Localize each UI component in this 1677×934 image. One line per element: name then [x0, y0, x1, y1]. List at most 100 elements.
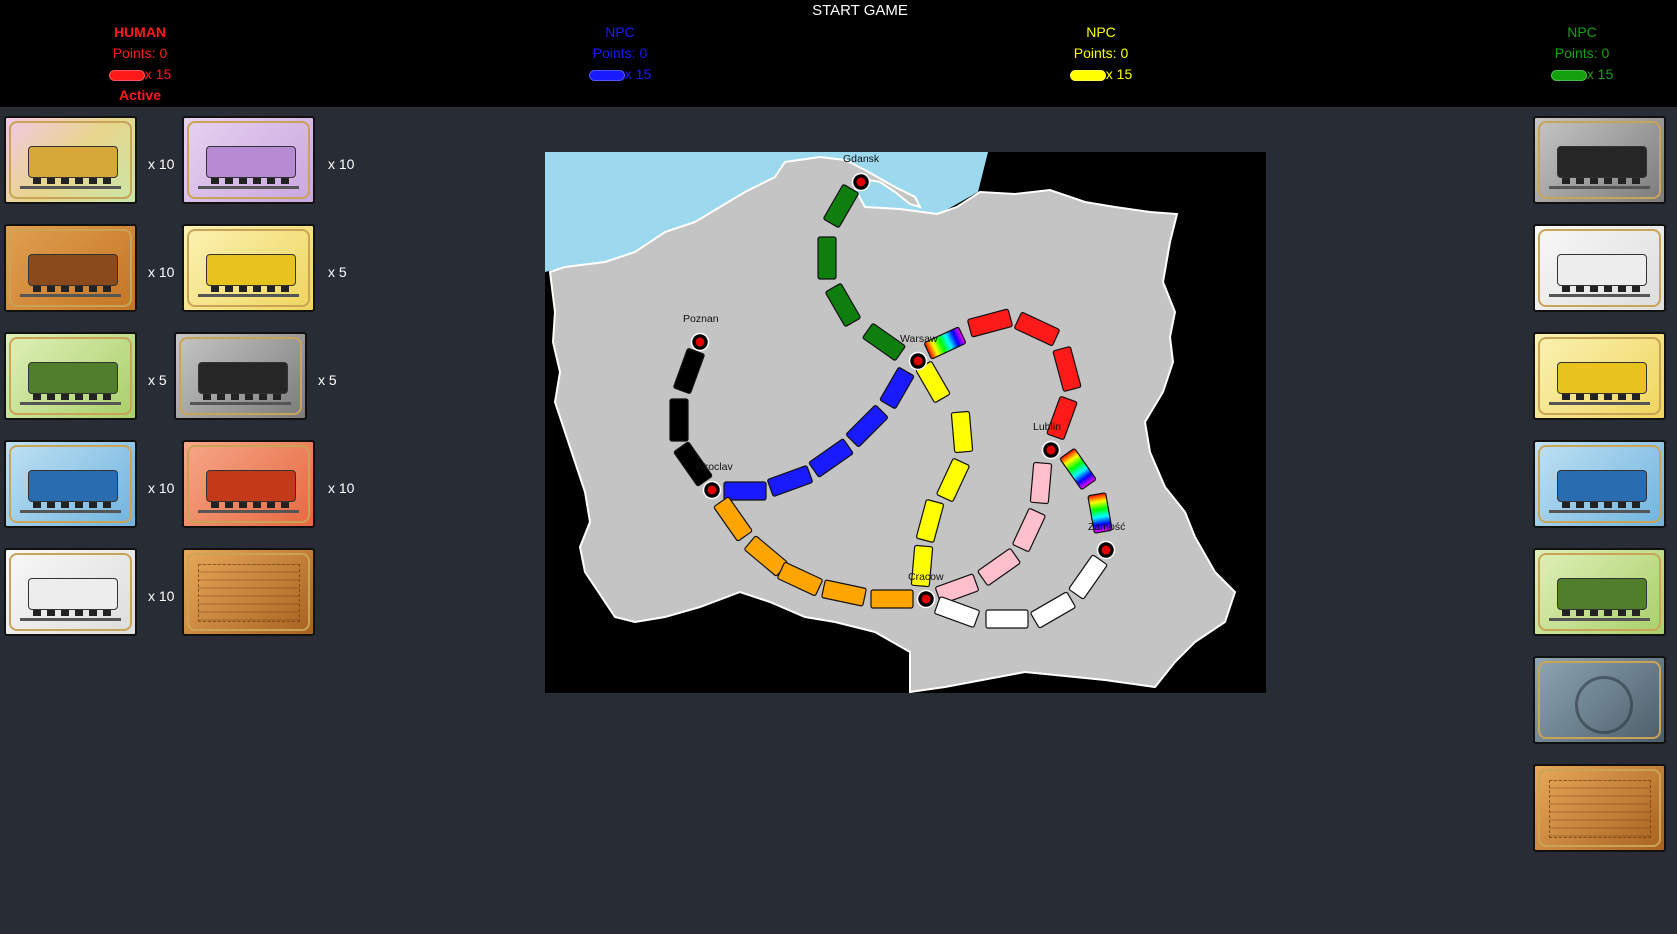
rail-icon	[1549, 186, 1650, 189]
card-count: x 5	[148, 372, 167, 388]
city-dot-icon	[695, 337, 705, 347]
player-points: Points: 0	[592, 45, 648, 61]
market-card-ticket[interactable]	[1533, 764, 1666, 852]
player-trains: x 15	[60, 64, 220, 85]
route-segment-orange[interactable]	[870, 589, 914, 609]
wheels-icon	[1562, 502, 1642, 508]
route-segment-yellow[interactable]	[950, 410, 974, 454]
map-svg: Gdansk Poznan Warsaw Lublin Wroclav Zamość Cra…	[545, 152, 1266, 694]
locomotive-icon	[28, 146, 118, 184]
wheels-icon	[1562, 610, 1642, 616]
wheels-icon	[203, 394, 283, 400]
locomotive-front-icon	[1575, 676, 1633, 734]
route-segment-blue[interactable]	[723, 481, 767, 501]
player-name: HUMAN	[113, 24, 167, 40]
route-segment-black[interactable]	[669, 398, 689, 442]
city-dot-icon	[1101, 545, 1111, 555]
train-car-icon	[198, 362, 288, 400]
wheels-icon	[211, 286, 291, 292]
train-car-icon	[1557, 470, 1647, 508]
hand-card-ticket[interactable]	[182, 548, 315, 636]
hand-card-orange[interactable]	[4, 224, 137, 312]
city-label: Gdansk	[843, 153, 880, 165]
train-car-icon	[28, 470, 118, 508]
player-trains: x 15	[1021, 64, 1181, 85]
market-card-green[interactable]	[1533, 548, 1666, 636]
train-piece-icon	[1069, 69, 1106, 81]
player-train-count: x 15	[624, 66, 652, 82]
player-panel-human: HUMAN Points: 0 x 15 Active	[60, 22, 220, 106]
hand-card-purple[interactable]	[182, 116, 315, 204]
city-dot-icon	[1046, 445, 1056, 455]
wheels-icon	[211, 178, 291, 184]
train-car-icon	[206, 254, 296, 292]
hand-card-locomotive[interactable]	[4, 116, 137, 204]
wheels-icon	[1562, 286, 1642, 292]
hand-card-green[interactable]	[4, 332, 137, 420]
card-count: x 10	[148, 480, 175, 496]
train-car-icon	[28, 362, 118, 400]
hand-card-red[interactable]	[182, 440, 315, 528]
train-piece-icon	[588, 69, 625, 81]
city-label: Poznan	[683, 313, 719, 325]
start-game-button[interactable]: START GAME	[760, 2, 960, 22]
route-segment-pink[interactable]	[1029, 461, 1053, 505]
player-points: Points: 0	[1554, 45, 1610, 61]
city-label: Cracow	[908, 571, 944, 583]
rail-icon	[20, 510, 121, 513]
hand-card-yellow[interactable]	[182, 224, 315, 312]
train-car-icon	[206, 470, 296, 508]
player-panel-npc-blue: NPC Points: 0 x 15	[540, 22, 700, 85]
wheels-icon	[211, 502, 291, 508]
player-status: Active	[118, 87, 162, 103]
route-segment-white[interactable]	[985, 609, 1029, 629]
rail-icon	[198, 510, 299, 513]
player-trains: x 15	[1502, 64, 1662, 85]
hand-card-white[interactable]	[4, 548, 137, 636]
wheels-icon	[33, 178, 113, 184]
city-label: Wroclav	[695, 461, 733, 473]
city-dot-icon	[921, 594, 931, 604]
train-car-icon	[206, 146, 296, 184]
city-dot-icon	[856, 177, 866, 187]
player-trains: x 15	[540, 64, 700, 85]
rail-icon	[198, 186, 299, 189]
rail-icon	[20, 618, 121, 621]
city-dot-icon	[913, 356, 923, 366]
train-car-icon	[1557, 146, 1647, 184]
card-count: x 10	[148, 588, 175, 604]
game-map[interactable]: Gdansk Poznan Warsaw Lublin Wroclav Zamość Cra…	[545, 152, 1266, 694]
wheels-icon	[33, 394, 113, 400]
market-card-white[interactable]	[1533, 224, 1666, 312]
rail-icon	[190, 402, 291, 405]
card-count: x 10	[148, 156, 175, 172]
rail-icon	[1549, 294, 1650, 297]
market-card-yellow[interactable]	[1533, 332, 1666, 420]
card-count: x 10	[328, 480, 355, 496]
ticket-icon	[1549, 780, 1651, 838]
city-label: Zamość	[1088, 521, 1125, 533]
city-label: Warsaw	[900, 333, 938, 345]
rail-icon	[198, 294, 299, 297]
rail-icon	[1549, 402, 1650, 405]
train-piece-icon	[1550, 69, 1587, 81]
player-panel-npc-green: NPC Points: 0 x 15	[1502, 22, 1662, 85]
market-card-black[interactable]	[1533, 116, 1666, 204]
wheels-icon	[1562, 178, 1642, 184]
market-card-deck-back[interactable]	[1533, 656, 1666, 744]
route-segment-green[interactable]	[817, 236, 837, 280]
rail-icon	[20, 294, 121, 297]
wheels-icon	[33, 286, 113, 292]
rail-icon	[20, 186, 121, 189]
ticket-icon	[198, 564, 300, 622]
train-car-icon	[1557, 578, 1647, 616]
card-count: x 5	[328, 264, 347, 280]
train-car-icon	[1557, 362, 1647, 400]
hand-card-blue[interactable]	[4, 440, 137, 528]
city-label: Lublin	[1033, 421, 1061, 433]
hand-card-black[interactable]	[174, 332, 307, 420]
rail-icon	[20, 402, 121, 405]
wheels-icon	[1562, 394, 1642, 400]
card-count: x 10	[328, 156, 355, 172]
market-card-blue[interactable]	[1533, 440, 1666, 528]
